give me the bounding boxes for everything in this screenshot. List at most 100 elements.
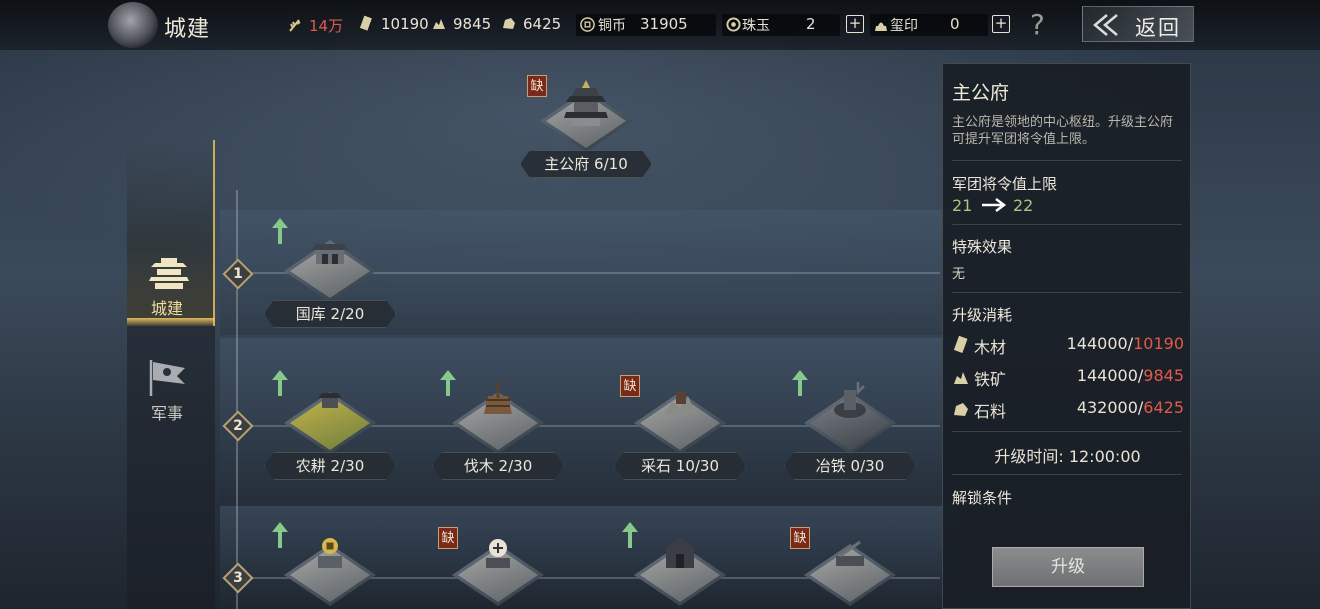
smelter-level: 0/30 (850, 457, 885, 475)
building-lumber[interactable]: 伐木 2/30 (446, 378, 550, 458)
smelter-name: 冶铁 (815, 457, 846, 475)
seal-currency: 玺印 0 (870, 14, 988, 36)
coin-building-icon (318, 538, 342, 568)
iron-resource: 9845 (431, 15, 491, 33)
wood-resource: 10190 (359, 15, 429, 33)
treasury-upgrade-arrow-icon (272, 218, 288, 244)
treasury-name: 国库 (295, 305, 326, 323)
help-button[interactable]: ? (1030, 8, 1045, 41)
nav-military-label: 军事 (151, 404, 184, 423)
nav-active-indicator (127, 318, 215, 326)
farm-icon (318, 393, 342, 408)
special-heading: 特殊效果 (952, 238, 1013, 256)
page-title: 城建 (164, 17, 211, 42)
cost-stone-name: 石料 (974, 402, 1007, 421)
building-tier3-market[interactable] (446, 530, 550, 609)
upgrade-time: 升级时间: 12:00:00 (943, 443, 1192, 467)
top-bar: 城建 14万 10190 9845 6425 铜币 31905 珠玉 2 + 玺… (0, 0, 1320, 50)
lord-mansion-level: 6/10 (594, 155, 628, 173)
stat-heading: 军团将令值上限 (952, 175, 1058, 193)
building-tier3-workshop[interactable] (798, 530, 902, 609)
lumber-name: 伐木 (463, 457, 494, 475)
building-quarry[interactable]: 采石 10/30 (628, 378, 732, 458)
back-button[interactable]: 返回 (1082, 6, 1194, 42)
quarry-name: 采石 (640, 457, 671, 475)
jade-value: 2 (806, 15, 816, 33)
jade-label: 珠玉 (742, 18, 770, 34)
quarry-icon (664, 392, 696, 414)
treasury-icon (312, 244, 348, 264)
quarry-lack-badge: 缺 (620, 375, 640, 397)
upgrade-time-value: 12:00:00 (1068, 447, 1141, 466)
stone-value: 6425 (523, 15, 562, 33)
treasury-label: 国库 2/20 (264, 300, 396, 328)
nav-tab-military[interactable]: 军事 (127, 326, 215, 609)
iron-ore-icon (433, 19, 445, 29)
emblem-icon (108, 2, 158, 48)
city-building-screen: 城建 14万 10190 9845 6425 铜币 31905 珠玉 2 + 玺… (0, 0, 1320, 609)
cost-wood-need: 144000 (1066, 334, 1128, 353)
lumber-mill-icon (484, 382, 512, 414)
barracks-icon (666, 538, 694, 568)
building-lord-mansion[interactable]: 主公府 6/10 (534, 76, 638, 156)
cost-stone-qty: 432000/6425 (1077, 398, 1184, 417)
add-jade-button[interactable]: + (846, 15, 864, 33)
cost-stone-have: 6425 (1143, 398, 1184, 417)
quarry-label: 采石 10/30 (614, 452, 746, 480)
building-detail-panel: 主公府 主公府是领地的中心枢纽。升级主公府可提升军团将令值上限。 军团将令值上限… (942, 63, 1191, 609)
seal-label: 玺印 (890, 18, 918, 34)
iron-ore-icon (954, 372, 968, 384)
wood-value: 10190 (381, 15, 429, 33)
cost-wood-have: 10190 (1133, 334, 1184, 353)
tier-2-number: 2 (233, 418, 243, 434)
building-smelter[interactable]: 冶铁 0/30 (798, 378, 902, 458)
cost-iron-need: 144000 (1076, 366, 1138, 385)
market-icon (486, 539, 510, 568)
cost-iron-have: 9845 (1143, 366, 1184, 385)
nav-tab-city[interactable]: 城建 (127, 140, 215, 326)
lumber-upgrade-arrow-icon (440, 370, 456, 396)
building-tier3-mint[interactable] (278, 530, 382, 609)
back-label: 返回 (1135, 16, 1181, 40)
wood-icon (953, 336, 968, 353)
cost-row-iron: 铁矿 144000/9845 (952, 366, 1184, 389)
lord-mansion-lack-badge: 缺 (527, 75, 547, 97)
tier-1-number: 1 (233, 266, 243, 282)
grain-resource: 14万 (287, 15, 343, 36)
cost-row-wood: 木材 144000/10190 (952, 334, 1184, 357)
jade-currency: 珠玉 2 (722, 14, 840, 36)
cost-heading: 升级消耗 (952, 306, 1013, 324)
cost-wood-name: 木材 (974, 338, 1007, 357)
copper-currency: 铜币 31905 (576, 14, 716, 36)
flag-icon (149, 360, 185, 396)
arrow-right-icon (982, 198, 1007, 212)
lord-mansion-name: 主公府 (544, 155, 590, 173)
stat-from: 21 (952, 196, 973, 215)
cost-stone-need: 432000 (1076, 398, 1138, 417)
copper-value: 31905 (640, 15, 688, 33)
unlock-heading: 解锁条件 (952, 489, 1013, 507)
quarry-level: 10/30 (675, 457, 720, 475)
copper-label: 铜币 (598, 18, 626, 34)
divider (952, 474, 1182, 475)
seal-value: 0 (950, 15, 960, 33)
farm-label: 农耕 2/30 (264, 452, 396, 480)
seal-icon (875, 22, 887, 31)
tree-trunk-line (236, 190, 238, 609)
stat-to: 22 (1013, 196, 1034, 215)
upgrade-button[interactable]: 升级 (992, 547, 1144, 587)
tier3-market-lack-badge: 缺 (438, 527, 458, 549)
building-treasury[interactable]: 国库 2/20 (278, 226, 382, 306)
grain-value: 14万 (309, 17, 344, 35)
grain-icon (289, 19, 301, 32)
wood-icon (359, 15, 372, 31)
building-tier3-barracks[interactable] (628, 530, 732, 609)
lumber-level: 2/30 (498, 457, 533, 475)
building-farm[interactable]: 农耕 2/30 (278, 378, 382, 458)
divider (952, 224, 1182, 225)
add-seal-button[interactable]: + (992, 15, 1010, 33)
cost-wood-qty: 144000/10190 (1067, 334, 1184, 353)
farm-upgrade-arrow-icon (272, 370, 288, 396)
detail-title: 主公府 (952, 82, 1010, 104)
cost-iron-name: 铁矿 (974, 370, 1007, 389)
